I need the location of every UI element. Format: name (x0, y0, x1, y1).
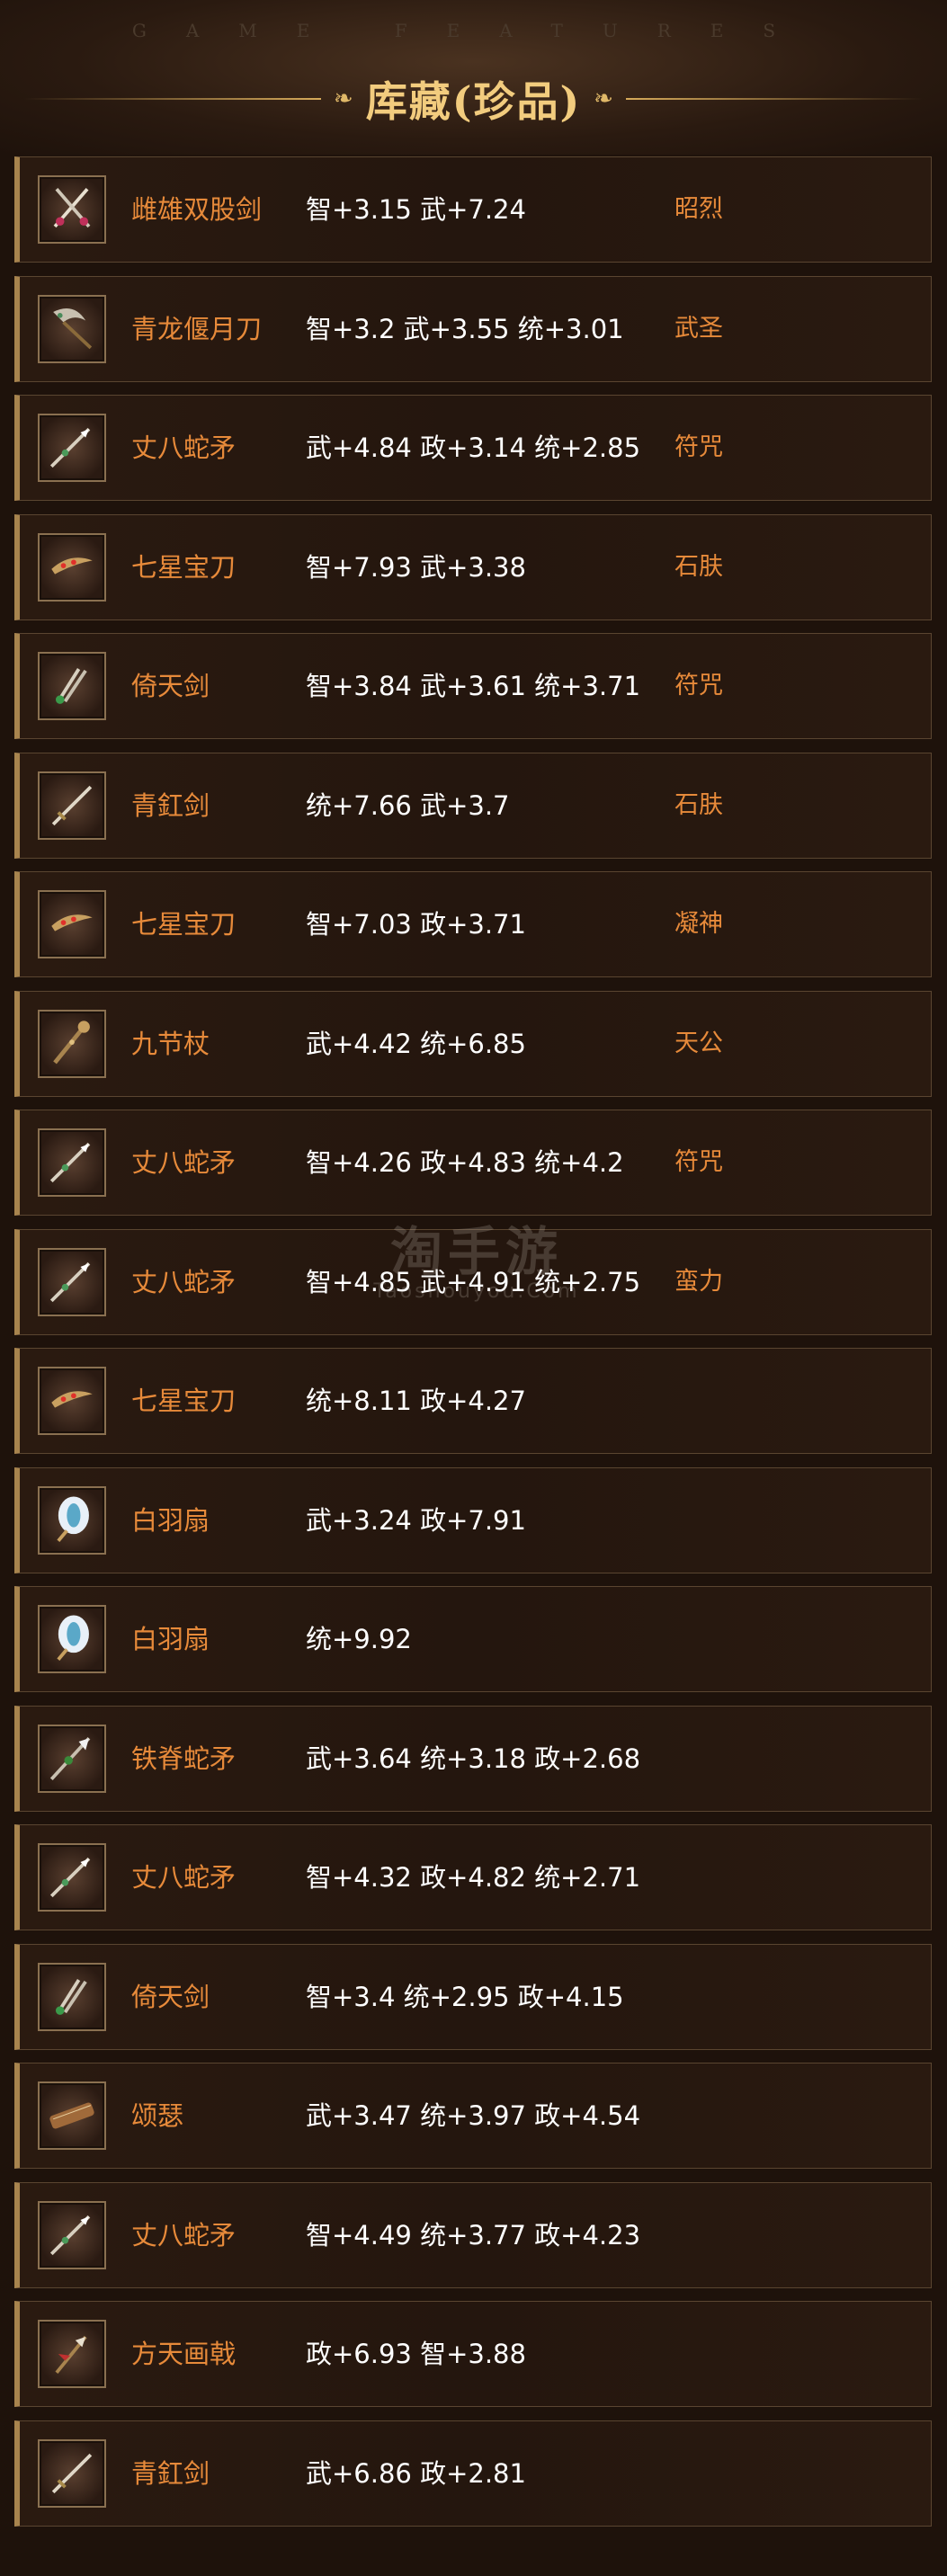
item-stats: 智+3.84 武+3.61 统+3.71 (306, 671, 641, 701)
item-stats: 智+4.32 政+4.82 统+2.71 (306, 1862, 641, 1893)
serpent-spear-icon (38, 414, 106, 482)
item-name: 颂瑟 (131, 2100, 184, 2131)
item-skill: 天公 (675, 1029, 723, 1057)
list-item[interactable]: 颂瑟 武+3.47 统+3.97 政+4.54 (14, 2063, 932, 2169)
item-name: 雌雄双股剑 (131, 194, 263, 225)
item-stats: 统+9.92 (306, 1624, 412, 1654)
zither-icon (38, 2081, 106, 2150)
list-item[interactable]: 七星宝刀 统+8.11 政+4.27 (14, 1348, 932, 1454)
item-name: 九节杖 (131, 1028, 210, 1059)
item-stats: 统+7.66 武+3.7 (306, 789, 510, 821)
item-name: 倚天剑 (131, 1981, 210, 2012)
feather-fan-icon (38, 1605, 106, 1673)
heaven-sword-icon (38, 1962, 106, 2031)
title-divider-right (626, 98, 924, 100)
crescent-blade-icon (38, 294, 106, 363)
list-item[interactable]: 丈八蛇矛 武+4.84 政+3.14 统+2.85 符咒 (14, 395, 932, 501)
ornament-left-icon: ❧ (333, 85, 353, 112)
item-skill: 石肤 (675, 790, 723, 819)
twin-swords-icon (38, 175, 106, 244)
seven-star-sabre-icon (38, 1367, 106, 1435)
list-item[interactable]: 青龙偃月刀 智+3.2 武+3.55 统+3.01 武圣 (14, 275, 932, 382)
item-name: 青釭剑 (131, 2457, 210, 2489)
item-name: 丈八蛇矛 (131, 2219, 237, 2251)
list-item[interactable]: 白羽扇 统+9.92 (14, 1586, 932, 1692)
item-stats: 统+8.11 政+4.27 (306, 1386, 526, 1416)
item-stats: 武+4.42 统+6.85 (306, 1028, 526, 1059)
heaven-sword-icon (38, 652, 106, 720)
serpent-spear-icon (38, 2200, 106, 2269)
item-stats: 武+4.84 政+3.14 统+2.85 (306, 432, 641, 463)
item-stats: 智+3.4 统+2.95 政+4.15 (306, 1981, 624, 2012)
list-item[interactable]: 倚天剑 智+3.4 统+2.95 政+4.15 (14, 1943, 932, 2050)
seven-star-sabre-icon (38, 890, 106, 958)
item-name: 方天画戟 (131, 2339, 237, 2369)
item-stats: 武+3.47 统+3.97 政+4.54 (306, 2100, 641, 2131)
item-name: 丈八蛇矛 (131, 432, 237, 463)
item-name: 铁脊蛇矛 (131, 1743, 237, 1774)
header-faint-text: GAME FEATURES (131, 20, 816, 41)
item-skill: 蛮力 (675, 1267, 723, 1296)
item-name: 白羽扇 (131, 1624, 210, 1654)
nine-section-staff-icon (38, 1009, 106, 1078)
title-divider-left (23, 98, 321, 100)
iron-spine-spear-icon (38, 1724, 106, 1793)
list-item[interactable]: 七星宝刀 智+7.03 政+3.71 凝神 (14, 871, 932, 977)
list-item[interactable]: 倚天剑 智+3.84 武+3.61 统+3.71 符咒 (14, 633, 932, 739)
item-skill: 符咒 (675, 1148, 723, 1176)
item-stats: 智+4.85 武+4.91 统+2.75 (306, 1266, 641, 1297)
list-item[interactable]: 九节杖 武+4.42 统+6.85 天公 (14, 990, 932, 1097)
item-skill: 符咒 (675, 433, 723, 461)
page-title: 库藏(珍品) (365, 77, 582, 126)
item-name: 丈八蛇矛 (131, 1147, 237, 1178)
list-item[interactable]: 丈八蛇矛 智+4.85 武+4.91 统+2.75 蛮力 (14, 1228, 932, 1335)
item-stats: 武+3.64 统+3.18 政+2.68 (306, 1743, 641, 1774)
item-stats: 智+4.49 统+3.77 政+4.23 (306, 2219, 641, 2251)
list-item[interactable]: 青釭剑 武+6.86 政+2.81 (14, 2420, 932, 2527)
item-name: 七星宝刀 (131, 909, 237, 940)
feather-fan-icon (38, 1485, 106, 1555)
item-skill: 符咒 (675, 672, 723, 700)
seven-star-sabre-icon (38, 532, 106, 602)
item-stats: 智+7.03 政+3.71 (306, 909, 526, 940)
item-name: 丈八蛇矛 (131, 1266, 237, 1297)
list-item[interactable]: 七星宝刀 智+7.93 武+3.38 石肤 (14, 513, 932, 620)
item-skill: 石肤 (675, 552, 723, 581)
list-item[interactable]: 白羽扇 武+3.24 政+7.91 (14, 1466, 932, 1573)
green-sword-icon (38, 771, 106, 840)
item-stats: 武+6.86 政+2.81 (306, 2457, 526, 2489)
ornament-right-icon: ❧ (594, 85, 614, 112)
treasure-list: 雌雄双股剑 智+3.15 武+7.24 昭烈青龙偃月刀 智+3.2 武+3.55 统+… (14, 156, 932, 2539)
list-item[interactable]: 丈八蛇矛 智+4.26 政+4.83 统+4.2 符咒 (14, 1110, 932, 1216)
item-name: 倚天剑 (131, 671, 210, 701)
serpent-spear-icon (38, 1247, 106, 1316)
list-item[interactable]: 雌雄双股剑 智+3.15 武+7.24 昭烈 (14, 156, 932, 263)
list-item[interactable]: 方天画戟 政+6.93 智+3.88 (14, 2301, 932, 2407)
title-bar: ❧ 库藏(珍品) ❧ (0, 63, 947, 135)
item-name: 白羽扇 (131, 1504, 210, 1536)
item-stats: 政+6.93 智+3.88 (306, 2339, 526, 2369)
item-stats: 智+3.2 武+3.55 统+3.01 (306, 313, 624, 344)
halberd-icon (38, 2320, 106, 2388)
item-name: 青釭剑 (131, 789, 210, 821)
item-skill: 武圣 (675, 314, 723, 343)
item-name: 七星宝刀 (131, 1386, 237, 1416)
item-stats: 武+3.24 政+7.91 (306, 1504, 526, 1536)
item-name: 七星宝刀 (131, 551, 237, 583)
list-item[interactable]: 青釭剑 统+7.66 武+3.7 石肤 (14, 752, 932, 859)
item-stats: 智+3.15 武+7.24 (306, 194, 526, 225)
item-stats: 智+4.26 政+4.83 统+4.2 (306, 1147, 624, 1178)
green-sword-icon (38, 2438, 106, 2508)
item-name: 丈八蛇矛 (131, 1862, 237, 1893)
item-skill: 凝神 (675, 910, 723, 938)
item-name: 青龙偃月刀 (131, 313, 263, 344)
serpent-spear-icon (38, 1128, 106, 1197)
item-stats: 智+7.93 武+3.38 (306, 551, 526, 583)
list-item[interactable]: 铁脊蛇矛 武+3.64 统+3.18 政+2.68 (14, 1705, 932, 1812)
serpent-spear-icon (38, 1843, 106, 1912)
item-skill: 昭烈 (675, 195, 723, 223)
list-item[interactable]: 丈八蛇矛 智+4.32 政+4.82 统+2.71 (14, 1824, 932, 1930)
page-header: GAME FEATURES ❧ 库藏(珍品) ❧ (0, 0, 947, 155)
list-item[interactable]: 丈八蛇矛 智+4.49 统+3.77 政+4.23 (14, 2181, 932, 2288)
